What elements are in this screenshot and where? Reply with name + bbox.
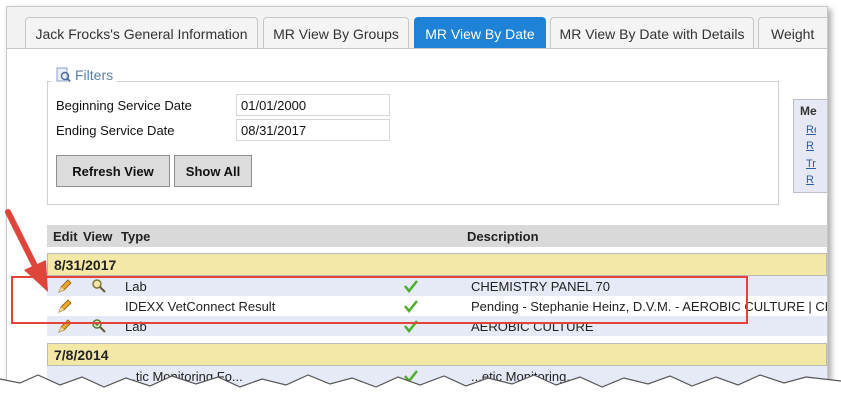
- side-menu-link[interactable]: R: [806, 140, 816, 152]
- header-type: Type: [121, 229, 151, 244]
- date-group-row: 8/31/2017: [47, 253, 827, 276]
- header-description: Description: [467, 229, 539, 244]
- header-view: View: [83, 229, 113, 244]
- tab-mr-view-by-groups[interactable]: MR View By Groups: [263, 17, 409, 49]
- refresh-view-button[interactable]: Refresh View: [56, 155, 170, 187]
- ending-date-label: Ending Service Date: [56, 123, 175, 138]
- ending-date-input[interactable]: [236, 119, 390, 141]
- app-window: Jack Frocks's General Information MR Vie…: [6, 6, 828, 392]
- table-row: Lab CHEMISTRY PANEL 70: [47, 276, 827, 296]
- tab-mr-view-by-date-details[interactable]: MR View By Date with Details: [550, 17, 754, 49]
- row-type: Lab: [125, 279, 147, 294]
- side-menu: Me Re R Tre R: [793, 99, 827, 193]
- table-row: Lab AEROBIC CULTURE: [47, 316, 827, 336]
- tab-weight[interactable]: Weight: [758, 17, 827, 49]
- row-description: Pending - Stephanie Heinz, D.V.M. - AERO…: [471, 299, 828, 314]
- tab-mr-view-by-date[interactable]: MR View By Date: [414, 17, 546, 49]
- table-row: ...tic Monitoring Fo... ...etic Monitori…: [47, 366, 827, 386]
- filters-legend: Filters: [51, 67, 118, 83]
- pencil-icon[interactable]: [57, 318, 73, 334]
- filters-panel: Beginning Service Date Ending Service Da…: [47, 81, 779, 205]
- side-menu-link[interactable]: Tre: [806, 158, 816, 170]
- magnifier-icon[interactable]: [91, 278, 107, 294]
- tab-content: Beginning Service Date Ending Service Da…: [7, 49, 827, 391]
- row-type: Lab: [125, 319, 147, 334]
- show-all-button[interactable]: Show All: [174, 155, 252, 187]
- check-icon: [404, 280, 418, 294]
- check-icon: [404, 300, 418, 314]
- side-menu-link[interactable]: R: [806, 174, 816, 186]
- beginning-date-input[interactable]: [236, 94, 390, 116]
- table-row: IDEXX VetConnect Result Pending - Stepha…: [47, 296, 827, 316]
- row-type: IDEXX VetConnect Result: [125, 299, 276, 314]
- pencil-icon[interactable]: [57, 298, 73, 314]
- side-menu-link[interactable]: Re: [806, 124, 816, 136]
- table-header: Edit View Type Description: [47, 225, 827, 247]
- magnifier-document-icon: [56, 67, 71, 83]
- tab-bar: Jack Frocks's General Information MR Vie…: [25, 17, 827, 49]
- row-description: ...etic Monitoring...: [471, 369, 578, 384]
- beginning-date-label: Beginning Service Date: [56, 98, 192, 113]
- pencil-icon[interactable]: [57, 278, 73, 294]
- row-description: AEROBIC CULTURE: [471, 319, 594, 334]
- check-icon: [404, 370, 418, 384]
- zoom-in-icon[interactable]: [91, 318, 107, 334]
- date-group-row: 7/8/2014: [47, 343, 827, 366]
- tab-general-information[interactable]: Jack Frocks's General Information: [25, 17, 258, 49]
- row-description: CHEMISTRY PANEL 70: [471, 279, 610, 294]
- row-type: ...tic Monitoring Fo...: [125, 369, 243, 384]
- check-icon: [404, 320, 418, 334]
- side-menu-title: Me: [800, 104, 817, 118]
- header-edit: Edit: [53, 229, 78, 244]
